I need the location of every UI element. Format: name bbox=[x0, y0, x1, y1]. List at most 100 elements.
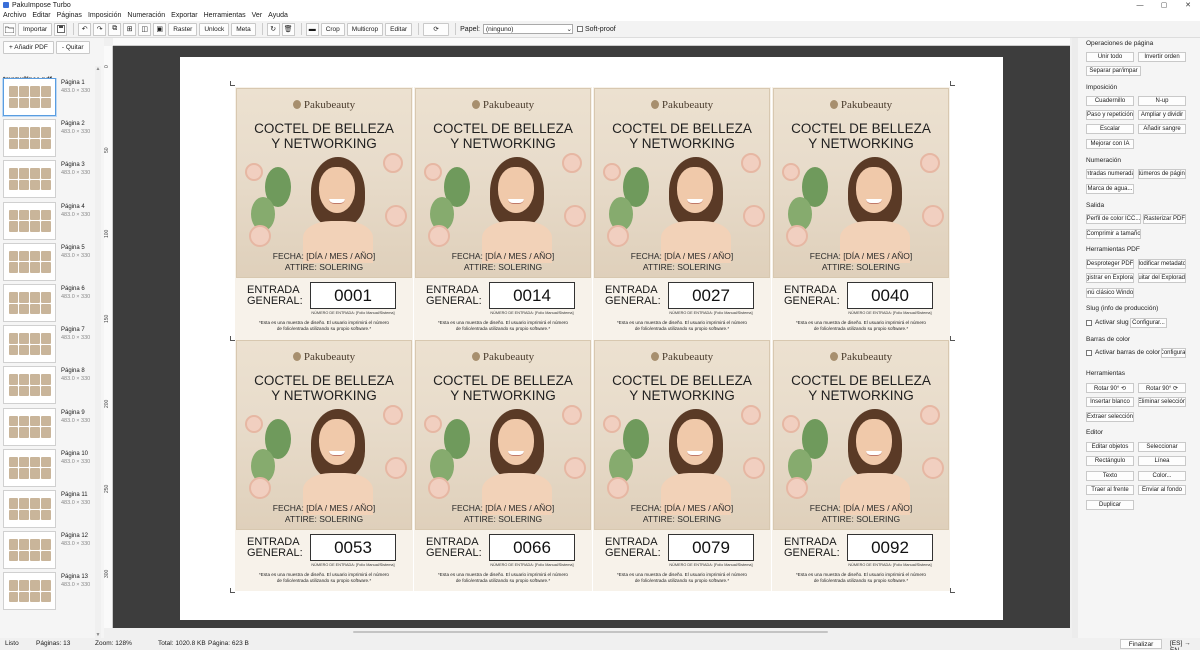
softproof-checkbox[interactable] bbox=[577, 26, 583, 32]
menu-herramientas[interactable]: Herramientas bbox=[204, 12, 246, 19]
language-toggle[interactable]: [ES] → EN bbox=[1170, 640, 1200, 650]
activar-barras-checkbox[interactable]: Activar barras de color bbox=[1086, 349, 1160, 356]
eliminar-seleccion-button[interactable]: Eliminar selección bbox=[1138, 397, 1186, 407]
registrar-explorador-button[interactable]: Registrar en Explorador bbox=[1086, 273, 1134, 283]
menu-paginas[interactable]: Páginas bbox=[57, 12, 82, 19]
unlock-button[interactable]: Unlock bbox=[199, 22, 230, 36]
texto-button[interactable]: Texto bbox=[1086, 471, 1134, 481]
delete-icon[interactable]: 🗑 bbox=[281, 22, 295, 36]
page-thumbnail-row[interactable]: Página 12 483.0 × 330 bbox=[3, 531, 95, 571]
rectangulo-button[interactable]: Rectángulo bbox=[1086, 456, 1134, 466]
extraer-seleccion-button[interactable]: Extraer selección bbox=[1086, 412, 1134, 422]
open-folder-icon[interactable] bbox=[3, 22, 16, 36]
page-thumbnail-row[interactable]: Página 11 483.0 × 330 bbox=[3, 490, 95, 530]
ruler-icon[interactable]: ▬ bbox=[305, 22, 319, 36]
scrollbar-thumb[interactable] bbox=[353, 631, 828, 633]
menu-imposicion[interactable]: Imposición bbox=[88, 12, 121, 19]
save-icon[interactable] bbox=[54, 22, 68, 36]
activar-slug-checkbox[interactable]: Activar slug bbox=[1086, 319, 1129, 326]
papel-select[interactable]: (ninguno) ⌄ bbox=[483, 24, 573, 34]
split-view-icon[interactable]: ◫ bbox=[138, 22, 152, 36]
page-thumbnail[interactable] bbox=[3, 366, 56, 405]
raster-button[interactable]: Raster bbox=[168, 22, 198, 36]
page-thumbnail[interactable] bbox=[3, 119, 56, 158]
mejorar-ia-button[interactable]: Mejorar con IA bbox=[1086, 139, 1134, 149]
menu-numeracion[interactable]: Numeración bbox=[127, 12, 165, 19]
page-thumbnail-row[interactable]: Página 4 483.0 × 330 bbox=[3, 201, 95, 242]
linea-button[interactable]: Línea bbox=[1138, 456, 1186, 466]
crop-button[interactable]: Crop bbox=[320, 22, 345, 36]
escalar-button[interactable]: Escalar bbox=[1086, 124, 1134, 134]
minimize-button[interactable]: — bbox=[1128, 0, 1152, 10]
page-thumbnail-row[interactable]: Página 10 483.0 × 330 bbox=[3, 448, 95, 489]
nup-button[interactable]: N-up bbox=[1138, 96, 1186, 106]
menu-clasico-button[interactable]: Menú clásico Windows bbox=[1086, 288, 1134, 298]
page-thumbnail-row[interactable]: Página 9 483.0 × 330 bbox=[3, 407, 95, 448]
desproteger-pdf-button[interactable]: Desproteger PDF bbox=[1086, 259, 1134, 269]
page-thumbnail[interactable] bbox=[3, 325, 56, 364]
menu-editar[interactable]: Editar bbox=[32, 12, 50, 19]
page-thumbnail[interactable] bbox=[3, 242, 56, 281]
image-icon[interactable]: ▣ bbox=[153, 22, 167, 36]
meta-button[interactable]: Meta bbox=[231, 22, 256, 36]
configurar-barras-button[interactable]: Configurar bbox=[1161, 348, 1186, 358]
insertar-blanco-button[interactable]: Insertar blanco bbox=[1086, 397, 1134, 407]
menu-archivo[interactable]: Archivo bbox=[3, 12, 26, 19]
enviar-fondo-button[interactable]: Enviar al fondo bbox=[1138, 485, 1186, 495]
scroll-up-icon[interactable]: ▲ bbox=[95, 66, 101, 72]
page-thumbnail[interactable] bbox=[3, 160, 56, 199]
marca-agua-button[interactable]: Marca de agua... bbox=[1086, 184, 1134, 194]
page-thumbnail[interactable] bbox=[3, 407, 56, 446]
rotate-icon[interactable]: ↻ bbox=[266, 22, 280, 36]
refresh-button[interactable]: ⟳ bbox=[423, 22, 450, 36]
menu-ver[interactable]: Ver bbox=[252, 12, 263, 19]
page-thumbnail-row[interactable]: Página 7 483.0 × 330 bbox=[3, 325, 95, 365]
traer-frente-button[interactable]: Traer al frente bbox=[1086, 485, 1134, 495]
grid-icon[interactable]: ⊞ bbox=[123, 22, 137, 36]
multicrop-button[interactable]: Multicrop bbox=[346, 22, 384, 36]
quitar-explorador-button[interactable]: Quitar del Explorador bbox=[1138, 273, 1186, 283]
color-button[interactable]: Color... bbox=[1138, 471, 1186, 481]
page-thumbnail[interactable] bbox=[3, 78, 56, 116]
canvas-horizontal-scrollbar[interactable] bbox=[113, 628, 1070, 636]
remove-pdf-button[interactable]: - Quitar bbox=[55, 41, 90, 54]
finalizar-button[interactable]: Finalizar bbox=[1120, 639, 1162, 649]
ampliar-dividir-button[interactable]: Ampliar y dividir bbox=[1138, 110, 1186, 120]
page-thumbnail-row[interactable]: Página 5 483.0 × 330 bbox=[3, 242, 95, 283]
copy-pages-icon[interactable]: ⧉ bbox=[108, 22, 122, 36]
seleccionar-button[interactable]: Seleccionar bbox=[1138, 442, 1186, 452]
close-button[interactable]: ✕ bbox=[1176, 0, 1200, 10]
page-thumbnail-row[interactable]: Página 1 483.0 × 330 bbox=[3, 78, 95, 118]
cuadernillo-button[interactable]: Cuadernillo bbox=[1086, 96, 1134, 106]
rasterizar-pdf-button[interactable]: Rasterizar PDF bbox=[1143, 214, 1186, 224]
menu-ayuda[interactable]: Ayuda bbox=[268, 12, 288, 19]
thumbnail-scrollbar[interactable]: ▲ ▼ bbox=[95, 66, 101, 638]
page-thumbnail[interactable] bbox=[3, 448, 56, 487]
anadir-sangre-button[interactable]: Añadir sangre bbox=[1138, 124, 1186, 134]
redo-icon[interactable]: ↷ bbox=[93, 22, 107, 36]
rotate-right-button[interactable]: Rotar 90° ⟳ bbox=[1138, 383, 1186, 393]
page-thumbnail-row[interactable]: Página 6 483.0 × 330 bbox=[3, 284, 95, 324]
preview-canvas[interactable]: Pakubeauty COCTEL DE BELLEZA Y NETWORKING F… bbox=[113, 46, 1070, 628]
checkbox-box[interactable] bbox=[1086, 349, 1092, 356]
page-thumbnail-row[interactable]: Página 3 483.0 × 330 bbox=[3, 160, 95, 200]
checkbox-box[interactable] bbox=[1086, 319, 1092, 326]
page-thumbnail-row[interactable]: Página 13 483.0 × 330 bbox=[3, 572, 95, 612]
duplicar-button[interactable]: Duplicar bbox=[1086, 500, 1134, 510]
undo-icon[interactable]: ↶ bbox=[78, 22, 92, 36]
rotate-left-button[interactable]: Rotar 90° ⟲ bbox=[1086, 383, 1134, 393]
page-thumbnail[interactable] bbox=[3, 531, 56, 570]
page-thumbnail[interactable] bbox=[3, 572, 56, 611]
page-thumbnail-row[interactable]: Página 8 483.0 × 330 bbox=[3, 366, 95, 406]
page-thumbnail-row[interactable]: Página 2 483.0 × 330 bbox=[3, 119, 95, 159]
modificar-metadatos-button[interactable]: Modificar metadatos bbox=[1138, 259, 1186, 269]
comprimir-button[interactable]: Comprimir a tamaño bbox=[1086, 229, 1141, 239]
editar-button[interactable]: Editar bbox=[385, 22, 413, 36]
page-thumbnail[interactable] bbox=[3, 284, 56, 322]
page-thumbnail[interactable] bbox=[3, 201, 56, 240]
page-thumbnail[interactable] bbox=[3, 490, 56, 528]
importar-button[interactable]: Importar bbox=[18, 22, 53, 36]
numeros-pagina-button[interactable]: Números de página bbox=[1138, 169, 1186, 179]
menu-exportar[interactable]: Exportar bbox=[171, 12, 197, 19]
editar-objetos-button[interactable]: Editar objetos bbox=[1086, 442, 1134, 452]
